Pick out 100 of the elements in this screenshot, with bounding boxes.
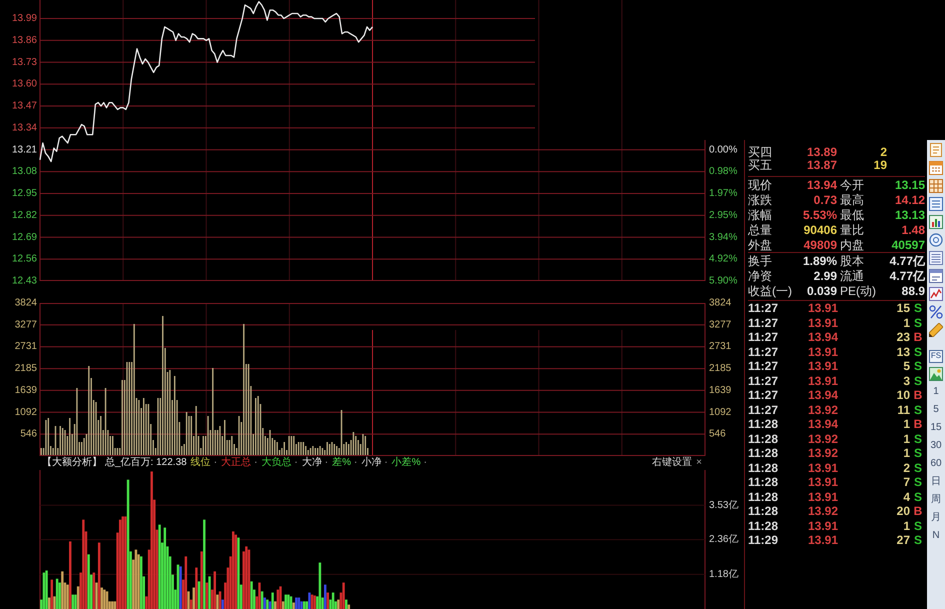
legend-separator: ·: [384, 458, 388, 468]
quote-value: 1.48: [900, 224, 925, 236]
quote-label: 现价: [748, 178, 773, 190]
volume-label: 3277: [14, 319, 37, 330]
trade-price: 13.91: [808, 520, 840, 532]
trade-price: 13.91: [808, 346, 840, 358]
price-label: 13.47: [12, 100, 37, 112]
trade-volume: 1: [902, 418, 910, 430]
close-button[interactable]: ×: [696, 458, 702, 468]
trade-price: 13.92: [808, 447, 840, 460]
fs-button[interactable]: FS: [928, 350, 944, 362]
trade-volume: 20: [896, 505, 910, 518]
trade-time: 11:27: [748, 374, 780, 387]
volume-label: 2185: [709, 363, 732, 374]
trade-time: 11:27: [748, 404, 780, 416]
price-label: 13.21: [12, 144, 37, 156]
quote-value: 90406: [802, 224, 837, 236]
trade-volume: 1: [902, 520, 910, 532]
quote-value: 13.94: [806, 178, 837, 190]
trade-time: 11:27: [748, 302, 780, 314]
legend-label: 差%: [332, 458, 351, 468]
window-icon[interactable]: [929, 269, 943, 283]
trade-side: S: [912, 447, 923, 460]
legend-label: 大净: [302, 458, 322, 468]
table-icon[interactable]: [929, 179, 943, 193]
bar-chart-icon[interactable]: [929, 215, 943, 229]
document-icon[interactable]: [929, 143, 943, 157]
trade-price: 13.92: [808, 432, 840, 445]
trade-price: 13.91: [808, 360, 840, 372]
trade-volume: 1: [902, 447, 910, 460]
trade-price: 13.94: [808, 389, 840, 402]
calendar-icon[interactable]: [929, 161, 943, 175]
trade-volume: 2: [902, 462, 910, 474]
trade-side: S: [912, 476, 923, 488]
period-button[interactable]: 30: [927, 437, 945, 455]
quote-label: 最高: [839, 194, 865, 206]
trade-time: 11:27: [748, 316, 780, 329]
trade-volume: 10: [896, 389, 910, 402]
trade-time: 11:28: [748, 432, 780, 445]
quote-value: 88.9: [900, 284, 925, 296]
volume-label: 546: [709, 428, 726, 440]
volume-label: 1092: [14, 406, 37, 418]
volume-label: 3824: [709, 298, 732, 308]
price-label: 12.43: [12, 276, 37, 286]
line-chart-icon[interactable]: [929, 287, 943, 301]
quote-value: 5.53%: [802, 208, 837, 220]
quote-value: 13.13: [894, 208, 925, 220]
quote-value: 4.77亿: [888, 270, 925, 282]
trade-price: 13.91: [808, 490, 840, 503]
indicator-axis-label: 2.36亿: [709, 534, 738, 546]
percent-label: 5.90%: [709, 276, 738, 286]
legend-separator: ·: [354, 458, 358, 468]
quote-value: 4.77亿: [888, 254, 925, 266]
trade-volume: 1: [902, 432, 910, 445]
period-button[interactable]: 1: [927, 383, 945, 401]
legend-label: 小差%: [392, 458, 421, 468]
quote-label: 流通: [839, 270, 865, 282]
trade-volume: 15: [896, 302, 910, 314]
quote-label: PE(动): [839, 284, 877, 296]
trade-side: S: [912, 432, 923, 445]
volume-label: 1639: [14, 384, 37, 396]
trade-time: 11:27: [748, 331, 780, 344]
trade-side: S: [912, 490, 923, 503]
price-label: 13.08: [12, 166, 37, 178]
period-button[interactable]: N: [927, 527, 945, 545]
period-button[interactable]: 5: [927, 401, 945, 419]
list-icon[interactable]: [929, 251, 943, 265]
legend-separator: ·: [424, 458, 427, 468]
quote-value: 40597: [890, 238, 925, 250]
quote-label: 总量: [748, 224, 773, 236]
period-button[interactable]: 月: [927, 509, 945, 527]
trade-price: 13.94: [808, 331, 840, 344]
trade-side: S: [912, 462, 923, 474]
trade-side: B: [912, 418, 924, 430]
settings-button[interactable]: 右键设置: [652, 458, 692, 468]
period-button[interactable]: 60: [927, 455, 945, 473]
period-button[interactable]: 周: [927, 491, 945, 509]
trade-volume: 4: [902, 490, 910, 503]
trade-time: 11:28: [748, 505, 780, 518]
quote-label: 收益(一): [748, 284, 793, 296]
bid-label: 买四: [748, 146, 773, 158]
volume-label: 3277: [709, 319, 732, 330]
trade-price: 13.91: [808, 462, 840, 474]
period-button[interactable]: 日: [927, 473, 945, 491]
trade-volume: 1: [902, 316, 910, 329]
pencil-icon[interactable]: [929, 323, 943, 337]
trade-price: 13.91: [808, 476, 840, 488]
percent-label: 1.97%: [709, 188, 738, 199]
price-label: 13.86: [12, 34, 37, 46]
price-label: 12.82: [12, 210, 37, 221]
volume-label: 546: [20, 428, 37, 440]
percent-icon[interactable]: [929, 305, 943, 319]
trade-time: 11:29: [748, 534, 780, 546]
trade-side: B: [912, 505, 924, 518]
image-icon[interactable]: [929, 367, 943, 381]
trade-volume: 23: [896, 331, 910, 344]
period-button[interactable]: 15: [927, 419, 945, 437]
trade-price: 13.92: [808, 404, 840, 416]
list-icon[interactable]: [929, 197, 943, 211]
ring-icon[interactable]: [929, 233, 943, 247]
